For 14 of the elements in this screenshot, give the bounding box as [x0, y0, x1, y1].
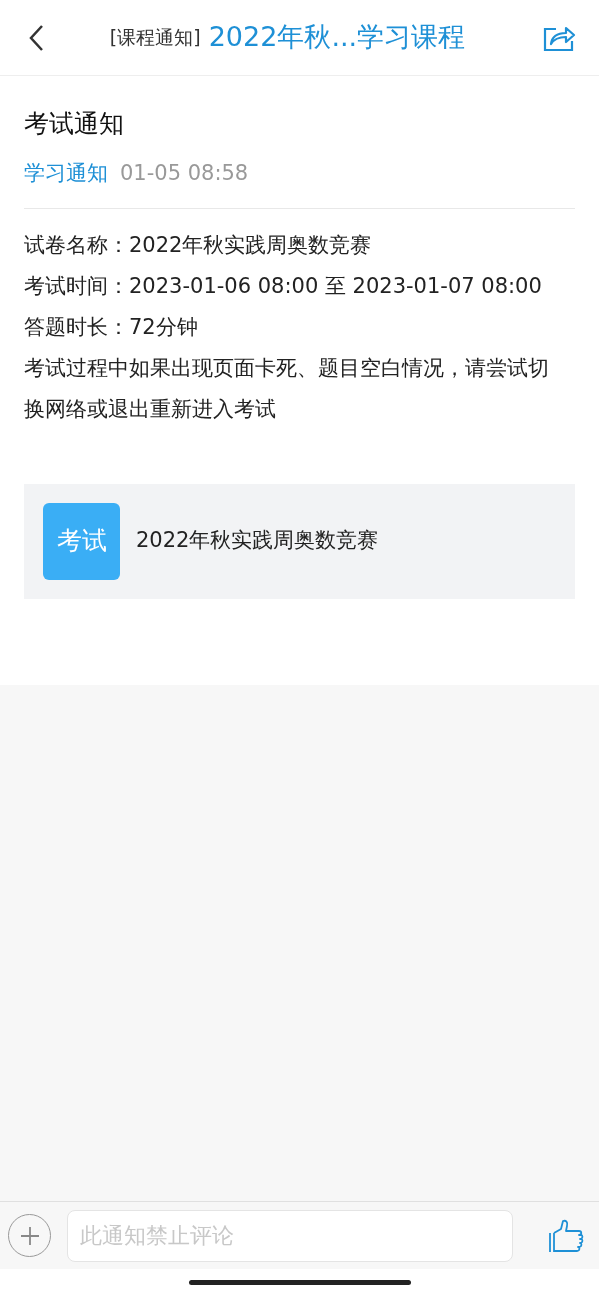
notice-text: 考试时间：2023-01-06 08:00 至 2023-01-07 08:00: [24, 272, 543, 300]
thumbs-up-icon: [548, 1217, 584, 1254]
notice-text: 答题时长：72分钟: [24, 313, 199, 341]
exam-name: 2022年秋实践周奥数竞赛: [136, 527, 379, 555]
notice-text: 考试过程中如果出现页面卡死、题目空白情况，请尝试切换网络或退出重新进入考试: [24, 354, 550, 423]
notice-text: 试卷名称：2022年秋实践周奥数竞赛: [24, 231, 373, 259]
notice-title: 考试通知: [24, 108, 125, 140]
exam-badge: 考试: [43, 502, 120, 580]
plus-icon: [19, 1225, 40, 1246]
notice-time: 01-05 08:58: [120, 160, 249, 187]
exam-card[interactable]: 考试 2022年秋实践周奥数竞赛: [24, 483, 575, 599]
page-title: 2022年秋...学习课程: [208, 20, 466, 55]
notice-category: 学习通知: [24, 160, 108, 187]
category-label: [课程通知]: [109, 25, 201, 51]
